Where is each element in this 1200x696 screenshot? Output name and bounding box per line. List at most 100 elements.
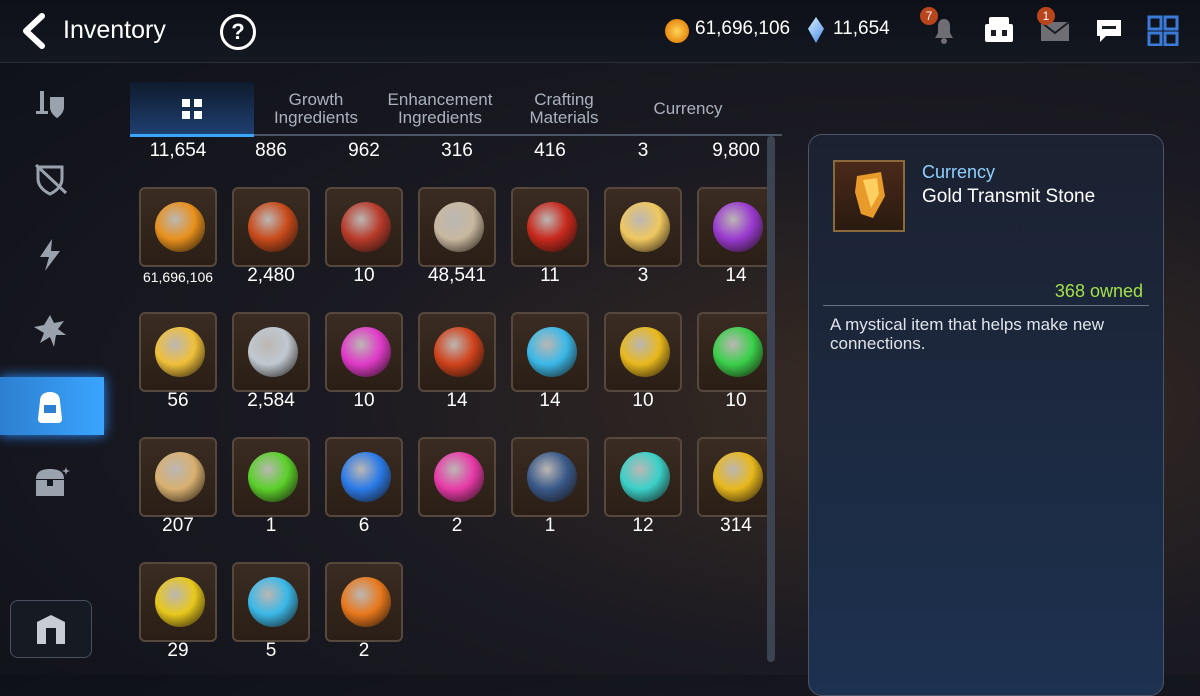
sidebar-item-chest[interactable] xyxy=(0,453,104,511)
item-count: 2 xyxy=(451,515,463,536)
inventory-item-silver-flower[interactable]: 2,584 xyxy=(232,312,310,414)
mascot-icon xyxy=(620,202,670,252)
item-category: Currency xyxy=(922,162,996,182)
item-frame xyxy=(511,312,589,392)
bag-icon xyxy=(38,392,62,423)
inventory-item-banner[interactable]: 10 xyxy=(325,187,403,289)
page-title: Inventory xyxy=(63,16,166,44)
item-count: 6 xyxy=(358,515,370,536)
item-frame xyxy=(232,562,310,642)
sidebar-item-artifact[interactable] xyxy=(0,301,104,359)
partial-item[interactable]: 3 xyxy=(604,136,682,166)
sidebar xyxy=(0,63,104,675)
gold-amount: 61,696,106 xyxy=(695,18,791,39)
item-frame xyxy=(325,187,403,267)
guild-icon xyxy=(37,615,65,644)
inventory-item-gold-coin[interactable]: 61,696,106 xyxy=(139,187,217,289)
inventory-item-red-rune[interactable]: 14 xyxy=(418,312,496,414)
inventory-item-pink-potion[interactable]: 2 xyxy=(418,437,496,539)
inventory-item-yellow-rune[interactable]: 10 xyxy=(604,312,682,414)
inventory-item-green-orb[interactable]: 1 xyxy=(232,437,310,539)
inventory-item-star-stone[interactable]: 12 xyxy=(604,437,682,539)
item-frame xyxy=(139,187,217,267)
inventory-item-blue-rune[interactable]: 14 xyxy=(511,312,589,414)
item-frame xyxy=(604,312,682,392)
scrollbar[interactable] xyxy=(767,136,775,662)
item-count: 10 xyxy=(353,390,375,411)
white-star-stone-icon xyxy=(248,577,298,627)
help-button[interactable]: ? xyxy=(220,14,256,50)
back-arrow-icon[interactable] xyxy=(18,12,52,50)
item-count: 14 xyxy=(446,390,468,411)
sidebar-item-lightning[interactable] xyxy=(0,225,104,283)
shop-icon[interactable] xyxy=(982,14,1016,46)
partial-item[interactable]: 11,654 xyxy=(139,136,217,166)
item-frame xyxy=(139,312,217,392)
item-count: 14 xyxy=(539,390,561,411)
red-rune-icon xyxy=(434,327,484,377)
item-count: 207 xyxy=(162,515,194,536)
blue-stone-icon xyxy=(527,452,577,502)
item-frame xyxy=(418,187,496,267)
item-frame xyxy=(232,187,310,267)
flame-leaf-icon xyxy=(527,202,577,252)
item-frame xyxy=(604,187,682,267)
item-frame xyxy=(697,312,775,392)
orange-stone-icon xyxy=(341,577,391,627)
lightning-icon xyxy=(40,239,60,271)
chat-icon[interactable] xyxy=(1092,14,1126,46)
inventory-item-blue-stone[interactable]: 1 xyxy=(511,437,589,539)
star-stone-icon xyxy=(620,452,670,502)
partial-item[interactable]: 886 xyxy=(232,136,310,166)
item-count: 11 xyxy=(540,265,560,286)
inventory-item-lightning-stone[interactable]: 29 xyxy=(139,562,217,664)
inventory-item-gold-stone[interactable]: 314 xyxy=(697,437,775,539)
tab-all[interactable] xyxy=(130,82,254,137)
inventory-item-flame-leaf[interactable]: 11 xyxy=(511,187,589,289)
partial-item[interactable]: 962 xyxy=(325,136,403,166)
item-frame xyxy=(325,562,403,642)
item-count: 12 xyxy=(632,515,654,536)
mail-badge: 1 xyxy=(1037,7,1055,25)
green-orb-icon xyxy=(248,452,298,502)
inventory-item-mascot[interactable]: 3 xyxy=(604,187,682,289)
item-count: 29 xyxy=(167,640,189,661)
partial-item[interactable]: 9,800 xyxy=(697,136,775,166)
item-count: 5 xyxy=(265,640,277,661)
crossed-shield-icon xyxy=(34,163,68,196)
item-description: A mystical item that helps make new conn… xyxy=(830,315,1105,353)
inventory-item-fist-emblem[interactable]: 2,480 xyxy=(232,187,310,289)
inventory-item-root[interactable]: 207 xyxy=(139,437,217,539)
inventory-item-orange-stone[interactable]: 2 xyxy=(325,562,403,664)
green-rune-icon xyxy=(713,327,763,377)
sidebar-item-equipment[interactable] xyxy=(0,75,104,133)
inventory-item-gold-flower[interactable]: 56 xyxy=(139,312,217,414)
item-count: 48,541 xyxy=(427,265,487,286)
inventory-item-knight-piece[interactable]: 48,541 xyxy=(418,187,496,289)
item-count: 2,480 xyxy=(247,265,295,286)
item-frame xyxy=(511,437,589,517)
item-count: 2,584 xyxy=(247,390,295,411)
inventory-item-green-rune[interactable]: 10 xyxy=(697,312,775,414)
partial-item[interactable]: 416 xyxy=(511,136,589,166)
gold-stone-icon xyxy=(713,452,763,502)
guild-button[interactable] xyxy=(10,600,92,658)
inventory-item-purple-flower[interactable]: 14 xyxy=(697,187,775,289)
top-bar: Inventory ? 61,696,106 11,654 7 1 xyxy=(0,0,1200,63)
inventory-item-blue-portal[interactable]: 6 xyxy=(325,437,403,539)
item-frame xyxy=(232,437,310,517)
inventory-item-white-star-stone[interactable]: 5 xyxy=(232,562,310,664)
pink-rune-icon xyxy=(341,327,391,377)
sword-shield-icon xyxy=(36,91,64,118)
crystal-amount: 11,654 xyxy=(833,18,890,39)
item-frame xyxy=(139,562,217,642)
item-frame xyxy=(325,312,403,392)
sidebar-item-no-gear[interactable] xyxy=(0,149,104,207)
sidebar-item-inventory[interactable] xyxy=(0,377,104,435)
inventory-item-pink-rune[interactable]: 10 xyxy=(325,312,403,414)
menu-grid-icon[interactable] xyxy=(1146,14,1180,46)
item-frame xyxy=(697,187,775,267)
partial-item[interactable]: 316 xyxy=(418,136,496,166)
chest-icon xyxy=(36,467,70,496)
item-count: 3 xyxy=(637,265,649,286)
